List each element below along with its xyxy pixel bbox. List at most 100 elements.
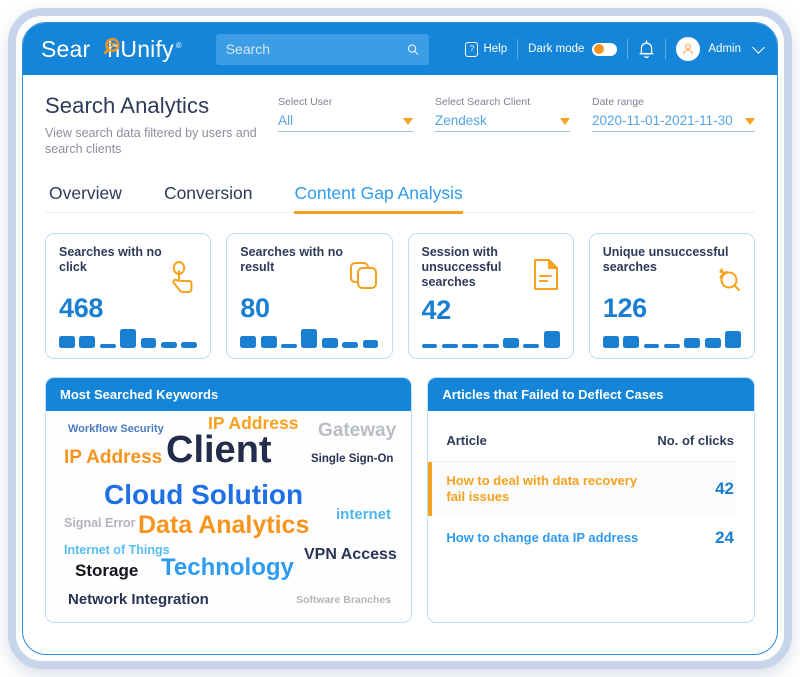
kpi-value: 126 (602, 293, 647, 323)
sparkline-bar (362, 340, 379, 348)
kpi-value: 80 (240, 293, 270, 323)
sparkline-bar (120, 329, 137, 348)
word-cloud-term[interactable]: Workflow Security (68, 423, 164, 435)
searchunify-logo[interactable]: Sear hUnify ® (41, 36, 182, 63)
word-cloud-term[interactable]: Data Analytics (138, 511, 309, 540)
word-cloud-term[interactable]: Single Sign-On (311, 453, 393, 465)
copy-layers-icon (349, 261, 379, 297)
sparkline-bar (441, 344, 458, 348)
chevron-down-icon[interactable] (560, 118, 570, 125)
tab-content-gap-analysis[interactable]: Content Gap Analysis (294, 183, 464, 214)
articles-table: Article No. of clicks How to deal with d… (428, 411, 754, 560)
document-icon (533, 258, 560, 296)
sparkline-bar (543, 331, 560, 348)
kpi-card-unique-unsuccessful-searches[interactable]: Unique unsuccessful searches 126 (588, 233, 755, 359)
kpi-card-row: Searches with no click 468 Searches with… (45, 233, 755, 359)
word-cloud-term[interactable]: Client (166, 429, 272, 472)
kpi-sparkline-bars (59, 328, 198, 348)
word-cloud-term[interactable]: IP Address (64, 447, 162, 469)
filter-label: Select User (278, 96, 333, 108)
user-menu[interactable]: Admin (676, 37, 765, 61)
word-cloud-term[interactable]: Network Integration (68, 591, 209, 608)
sparkline-bar (503, 338, 519, 348)
sparkline-bar (59, 336, 75, 348)
word-cloud-term[interactable]: Software Branches (296, 594, 391, 606)
help-button[interactable]: ? Help (465, 41, 508, 57)
sparkline-bar (704, 337, 721, 348)
filter-control[interactable]: All (278, 113, 413, 132)
filter-control[interactable]: 2020-11-01-2021-11-30 (592, 113, 755, 132)
word-cloud-term[interactable]: Signal Error (64, 516, 136, 530)
filter-value: 2020-11-01-2021-11-30 (592, 113, 733, 128)
dark-mode-toggle[interactable]: Dark mode (528, 42, 618, 56)
filter-value: All (278, 113, 294, 128)
filter-select-user[interactable]: Select User All (278, 96, 413, 132)
word-cloud-term[interactable]: Technology (161, 554, 294, 582)
user-avatar-icon (683, 43, 694, 55)
articles-failed-to-deflect-panel: Articles that Failed to Deflect Cases Ar… (427, 377, 755, 623)
topbar-actions: ? Help Dark mode Admin (465, 34, 765, 64)
notification-bell-icon[interactable] (638, 39, 655, 59)
toggle-switch[interactable] (592, 42, 618, 56)
sparkline-bar (140, 337, 157, 348)
word-cloud-term[interactable]: VPN Access (304, 546, 397, 564)
kpi-title: Searches with no result (240, 245, 344, 274)
filter-control[interactable]: Zendesk (435, 113, 570, 132)
tab-bar: Overview Conversion Content Gap Analysis (45, 183, 755, 214)
chevron-down-icon[interactable] (403, 118, 413, 125)
article-title: How to deal with data recovery fail issu… (446, 473, 638, 504)
panel-row: Most Searched Keywords Workflow Security… (45, 377, 755, 623)
word-cloud-term[interactable]: Storage (75, 561, 138, 581)
logo-registered-mark: ® (175, 40, 182, 50)
kpi-card-searches-no-click[interactable]: Searches with no click 468 (45, 233, 212, 359)
top-navigation-bar: Sear hUnify ® ? (23, 23, 777, 75)
sparkline-bar (79, 336, 96, 348)
divider (627, 39, 629, 59)
word-cloud-term[interactable]: Gateway (318, 420, 396, 442)
table-row[interactable]: How to change data IP address 24 (428, 516, 736, 560)
table-header-row: Article No. of clicks (428, 433, 736, 462)
article-title: How to change data IP address (446, 530, 639, 545)
chevron-down-icon[interactable] (752, 40, 765, 54)
kpi-value: 468 (59, 293, 104, 323)
kpi-card-searches-no-result[interactable]: Searches with no result 80 (226, 233, 393, 359)
user-name: Admin (708, 43, 741, 55)
help-label: Help (483, 43, 508, 55)
app-window: Sear hUnify ® ? (22, 22, 778, 655)
divider (665, 39, 667, 59)
search-refresh-icon (710, 265, 741, 301)
sparkline-bar (260, 336, 277, 348)
search-icon[interactable] (407, 41, 419, 58)
filter-label: Select Search Client (435, 96, 531, 108)
panel-title: Most Searched Keywords (46, 378, 412, 411)
table-row[interactable]: How to deal with data recovery fail issu… (428, 462, 736, 516)
sparkline-bar (462, 344, 479, 348)
panel-title: Articles that Failed to Deflect Cases (428, 378, 754, 411)
sparkline-bar (643, 344, 660, 348)
dark-mode-label: Dark mode (528, 43, 585, 55)
filter-select-search-client[interactable]: Select Search Client Zendesk (435, 96, 570, 132)
kpi-sparkline-bars (421, 328, 560, 348)
sparkline-bar (240, 336, 257, 348)
page-subtitle: View search data filtered by users and s… (45, 126, 257, 156)
word-cloud-term[interactable]: Cloud Solution (104, 479, 303, 511)
kpi-card-session-unsuccessful-searches[interactable]: Session with unsuccessful searches 42 (407, 233, 574, 359)
filter-date-range[interactable]: Date range 2020-11-01-2021-11-30 (592, 96, 755, 132)
avatar (676, 37, 701, 61)
article-clicks: 42 (715, 479, 734, 498)
word-cloud-term[interactable]: internet (336, 506, 391, 523)
magnifier-orange-icon (104, 37, 120, 54)
article-clicks: 24 (715, 528, 734, 547)
chevron-down-icon[interactable] (745, 118, 755, 125)
sparkline-bar (725, 331, 741, 348)
sparkline-bar (602, 336, 619, 348)
sparkline-bar (281, 344, 297, 348)
kpi-value: 42 (421, 295, 452, 325)
page-header: Search Analytics View search data filter… (45, 93, 755, 157)
sparkline-bar (421, 344, 438, 348)
tab-overview[interactable]: Overview (49, 183, 122, 212)
tab-conversion[interactable]: Conversion (164, 183, 253, 212)
word-cloud-term[interactable]: Internet of Things (64, 543, 170, 557)
search-input[interactable] (225, 41, 407, 57)
global-search-box[interactable] (215, 33, 429, 65)
